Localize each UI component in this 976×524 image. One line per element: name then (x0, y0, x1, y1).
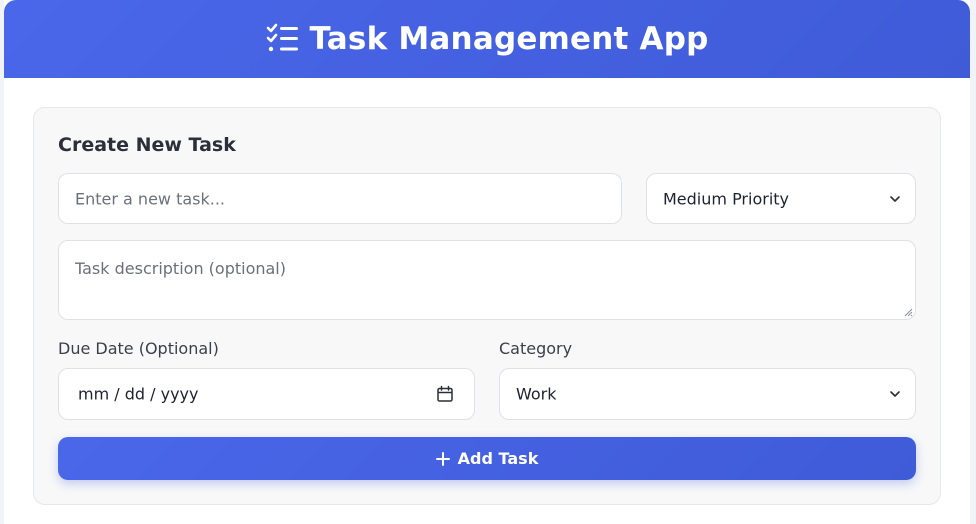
category-select[interactable]: Work (499, 368, 916, 420)
chevron-down-icon (890, 195, 900, 202)
priority-selected-value: Medium Priority (663, 189, 790, 208)
task-description-textarea[interactable]: Task description (optional) (58, 240, 916, 320)
priority-select[interactable]: Medium Priority (646, 173, 916, 224)
tasks-icon (267, 23, 299, 52)
task-title-input[interactable]: Enter a new task... (58, 173, 622, 224)
app-window: Task Management App Create New Task Ente… (4, 0, 970, 524)
chevron-down-icon (890, 391, 900, 397)
plus-icon (435, 451, 450, 466)
app-header: Task Management App (4, 0, 970, 78)
task-description-placeholder: Task description (optional) (75, 259, 286, 278)
add-task-label: Add Task (457, 449, 539, 468)
category-label: Category (499, 339, 573, 358)
task-title-placeholder: Enter a new task... (75, 189, 226, 208)
create-task-card: Create New Task Enter a new task... Medi… (33, 107, 941, 505)
due-date-value: mm / dd / yyyy (78, 384, 199, 404)
calendar-icon[interactable] (436, 385, 454, 403)
app-title: Task Management App (309, 21, 709, 57)
add-task-button[interactable]: Add Task (58, 437, 916, 480)
resize-grip-icon[interactable] (903, 307, 913, 317)
category-selected-value: Work (516, 384, 557, 404)
create-task-title: Create New Task (58, 134, 236, 156)
due-date-label: Due Date (Optional) (58, 339, 219, 358)
due-date-input[interactable]: mm / dd / yyyy (58, 368, 475, 420)
